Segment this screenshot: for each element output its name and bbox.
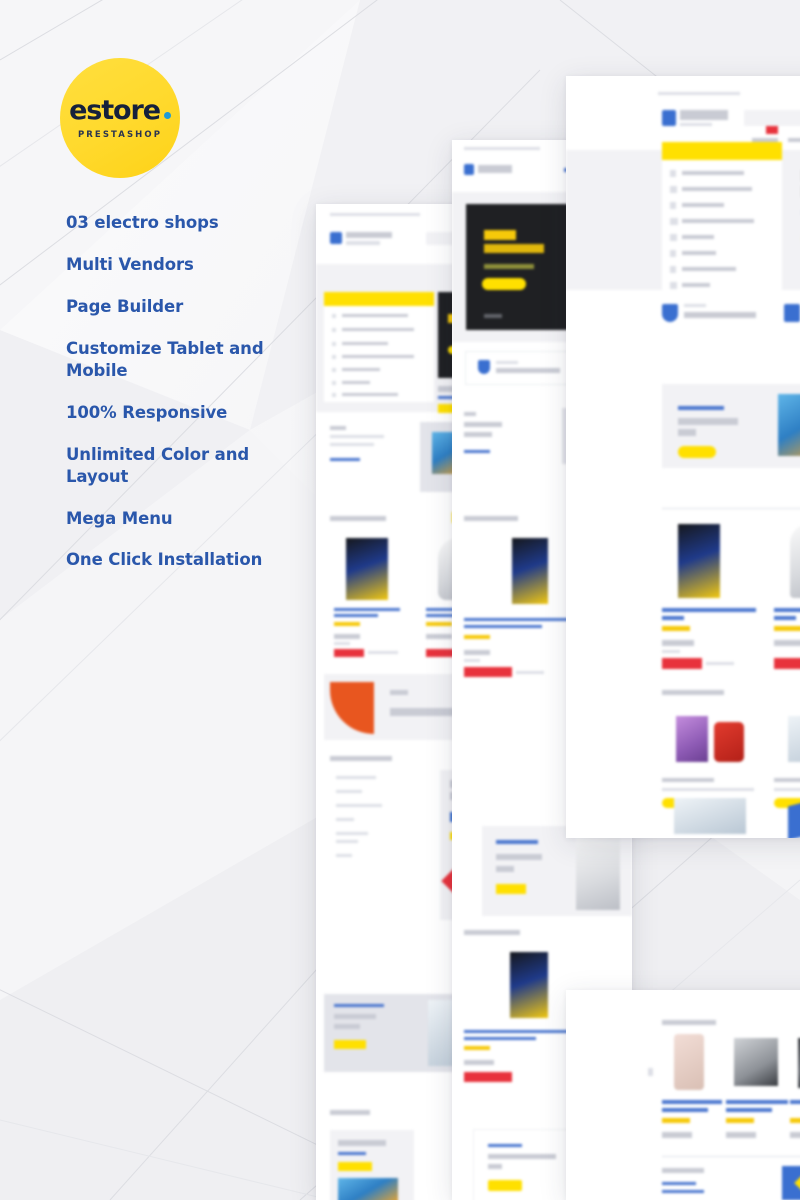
feature-list: 03 electro shops Multi Vendors Page Buil… [66,212,316,571]
feature-item-customize: Customize Tablet and Mobile [66,338,264,380]
feature-item-multi-vendors: Multi Vendors [66,254,194,274]
marketing-column: estore PRESTASHOP 03 electro shops Multi… [0,0,320,1200]
feature-item-mega-menu: Mega Menu [66,508,173,528]
logo-subtitle: PRESTASHOP [77,129,163,140]
logo-dot-icon [163,111,171,119]
feature-item-one-click: One Click Installation [66,550,263,570]
logo-wordmark-text: estore [69,94,161,126]
preview-panel-right[interactable] [566,76,800,838]
logo-wordmark: estore [69,97,171,124]
feature-item-responsive: 100% Responsive [66,402,228,422]
preview-panel-right-lower[interactable] [566,990,800,1200]
preview-panel-right-lower-content [566,990,800,1200]
feature-item-unlimited-color: Unlimited Color and Layout [66,444,250,486]
feature-item-electro-shops: 03 electro shops [66,213,219,232]
feature-item-page-builder: Page Builder [66,296,184,316]
preview-panel-right-content [566,76,800,838]
estore-logo: estore PRESTASHOP [60,58,180,178]
